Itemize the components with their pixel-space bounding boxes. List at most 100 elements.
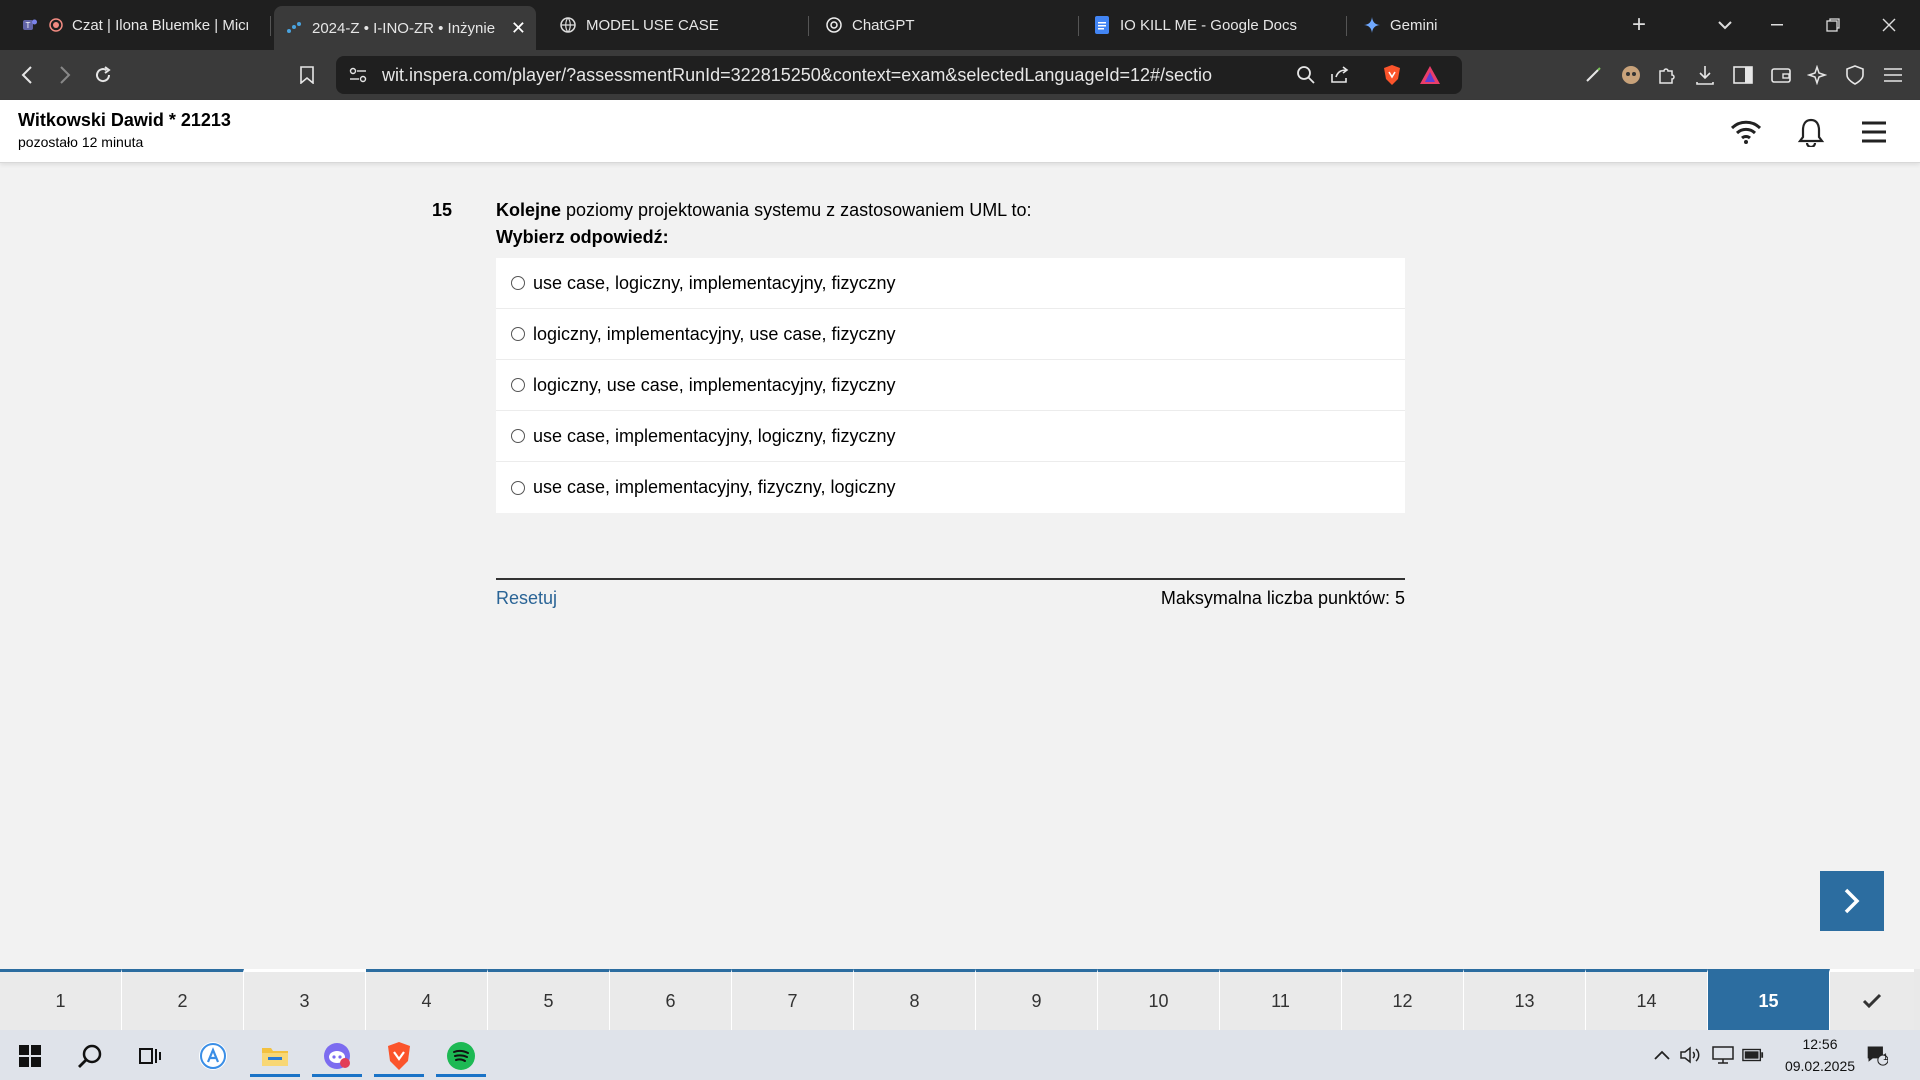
browser-tab-inspera[interactable]: 2024-Z • I-INO-ZR • Inżynie ✕ bbox=[274, 6, 536, 50]
close-window-icon[interactable] bbox=[1866, 0, 1912, 50]
nav-question-2[interactable]: 2 bbox=[122, 969, 244, 1030]
answer-option[interactable]: use case, logiczny, implementacyjny, fiz… bbox=[496, 258, 1405, 309]
nav-question-13[interactable]: 13 bbox=[1464, 969, 1586, 1030]
question-footer-divider bbox=[496, 578, 1405, 580]
minimize-icon[interactable] bbox=[1754, 0, 1800, 50]
nav-question-4[interactable]: 4 bbox=[366, 969, 488, 1030]
next-question-button[interactable] bbox=[1820, 871, 1884, 931]
browser-tab-gemini[interactable]: Gemini bbox=[1352, 6, 1602, 44]
site-settings-icon[interactable] bbox=[346, 64, 370, 86]
radio-button[interactable] bbox=[511, 276, 525, 290]
bell-icon[interactable] bbox=[1793, 114, 1829, 150]
question-navigation: 1 2 3 4 5 6 7 8 9 10 11 12 13 14 15 bbox=[0, 969, 1920, 1030]
search-icon[interactable] bbox=[65, 1035, 115, 1077]
nav-question-15[interactable]: 15 bbox=[1708, 969, 1830, 1030]
nav-question-6[interactable]: 6 bbox=[610, 969, 732, 1030]
brave-browser-icon[interactable] bbox=[374, 1035, 424, 1077]
back-icon[interactable] bbox=[12, 60, 42, 90]
browser-tab-model-use-case[interactable]: MODEL USE CASE bbox=[548, 6, 798, 44]
discord-icon[interactable] bbox=[312, 1035, 362, 1077]
file-explorer-icon[interactable] bbox=[250, 1035, 300, 1077]
answer-option[interactable]: logiczny, implementacyjny, use case, fiz… bbox=[496, 309, 1405, 360]
sidebar-icon[interactable] bbox=[1728, 60, 1758, 90]
browser-tab-teams[interactable]: T Czat | Ilona Bluemke | Micro bbox=[10, 6, 260, 44]
max-points: Maksymalna liczba punktów: 5 bbox=[1160, 588, 1405, 608]
active-app-indicator bbox=[250, 1074, 300, 1077]
browser-toolbar: wit.inspera.com/player/?assessmentRunId=… bbox=[0, 50, 1920, 100]
answer-option[interactable]: use case, implementacyjny, fizyczny, log… bbox=[496, 462, 1405, 513]
new-tab-icon[interactable]: + bbox=[1616, 0, 1662, 50]
answer-option-label: logiczny, implementacyjny, use case, fiz… bbox=[533, 323, 896, 344]
reload-icon[interactable] bbox=[88, 60, 118, 90]
task-view-icon[interactable] bbox=[125, 1035, 175, 1077]
time-remaining: pozostało 12 minuta bbox=[18, 134, 144, 150]
hamburger-menu-icon[interactable] bbox=[1856, 114, 1892, 150]
tab-title: ChatGPT bbox=[852, 16, 915, 34]
clock-time[interactable]: 12:56 bbox=[1790, 1036, 1850, 1052]
nav-question-10[interactable]: 10 bbox=[1098, 969, 1220, 1030]
tab-search-chevron-icon[interactable] bbox=[1702, 0, 1748, 50]
menu-icon[interactable] bbox=[1878, 60, 1908, 90]
brave-shields-icon[interactable] bbox=[1380, 64, 1404, 86]
bookmark-icon[interactable] bbox=[292, 60, 322, 90]
nav-question-1[interactable]: 1 bbox=[0, 969, 122, 1030]
tab-title: IO KILL ME - Google Docs bbox=[1120, 16, 1298, 34]
browser-tab-chatgpt[interactable]: ChatGPT bbox=[814, 6, 1064, 44]
tab-title: Gemini bbox=[1390, 16, 1438, 34]
restore-icon[interactable] bbox=[1810, 0, 1856, 50]
url-text: wit.inspera.com/player/?assessmentRunId=… bbox=[382, 65, 1212, 85]
active-app-indicator bbox=[312, 1074, 362, 1077]
extensions-puzzle-icon[interactable] bbox=[1652, 60, 1682, 90]
browser-tab-strip: T Czat | Ilona Bluemke | Micro 2024-Z • … bbox=[0, 0, 1920, 50]
question-instruction: Wybierz odpowiedź: bbox=[496, 227, 669, 247]
volume-icon[interactable] bbox=[1680, 1044, 1702, 1066]
nav-question-14[interactable]: 14 bbox=[1586, 969, 1708, 1030]
address-bar[interactable]: wit.inspera.com/player/?assessmentRunId=… bbox=[336, 56, 1462, 94]
zoom-icon[interactable] bbox=[1294, 64, 1318, 86]
question-text-rest: poziomy projektowania systemu z zastosow… bbox=[561, 200, 1032, 220]
browser-tab-google-docs[interactable]: IO KILL ME - Google Docs bbox=[1082, 6, 1332, 44]
download-icon[interactable] bbox=[1690, 60, 1720, 90]
submit-check-button[interactable] bbox=[1830, 969, 1914, 1030]
tab-title: Czat | Ilona Bluemke | Micro bbox=[72, 16, 248, 34]
extension-avatar-icon[interactable] bbox=[1616, 60, 1646, 90]
nav-question-3[interactable]: 3 bbox=[244, 969, 366, 1030]
nav-question-11[interactable]: 11 bbox=[1220, 969, 1342, 1030]
nav-question-7[interactable]: 7 bbox=[732, 969, 854, 1030]
chatgpt-icon bbox=[826, 17, 842, 33]
share-icon[interactable] bbox=[1328, 64, 1352, 86]
spotify-icon[interactable] bbox=[436, 1035, 486, 1077]
radio-button[interactable] bbox=[511, 378, 525, 392]
app-store-icon[interactable] bbox=[188, 1035, 238, 1077]
windows-start-icon[interactable] bbox=[5, 1035, 55, 1077]
leo-ai-icon[interactable] bbox=[1802, 60, 1832, 90]
tray-chevron-up-icon[interactable] bbox=[1651, 1044, 1673, 1066]
tab-title: MODEL USE CASE bbox=[586, 16, 719, 34]
nav-question-8[interactable]: 8 bbox=[854, 969, 976, 1030]
vpn-shield-icon[interactable] bbox=[1840, 60, 1870, 90]
answer-option-label: use case, logiczny, implementacyjny, fiz… bbox=[533, 272, 896, 293]
answer-option-label: use case, implementacyjny, fizyczny, log… bbox=[533, 477, 896, 497]
answer-option[interactable]: logiczny, use case, implementacyjny, fiz… bbox=[496, 360, 1405, 411]
close-icon[interactable]: ✕ bbox=[511, 18, 526, 39]
nav-question-9[interactable]: 9 bbox=[976, 969, 1098, 1030]
forward-icon[interactable] bbox=[50, 60, 80, 90]
brave-rewards-icon[interactable] bbox=[1418, 64, 1442, 86]
recording-icon bbox=[48, 17, 64, 33]
candidate-name: Witkowski Dawid * 21213 bbox=[18, 110, 231, 130]
pen-icon[interactable] bbox=[1578, 60, 1608, 90]
answer-option[interactable]: use case, implementacyjny, logiczny, fiz… bbox=[496, 411, 1405, 462]
radio-button[interactable] bbox=[511, 480, 525, 495]
radio-button[interactable] bbox=[511, 327, 525, 341]
nav-question-12[interactable]: 12 bbox=[1342, 969, 1464, 1030]
wallet-icon[interactable] bbox=[1766, 60, 1796, 90]
network-icon[interactable] bbox=[1712, 1044, 1734, 1066]
radio-button[interactable] bbox=[511, 429, 525, 443]
nav-question-5[interactable]: 5 bbox=[488, 969, 610, 1030]
reset-link[interactable]: Resetuj bbox=[496, 588, 557, 609]
battery-icon[interactable] bbox=[1742, 1044, 1764, 1066]
chevron-right-icon bbox=[1844, 888, 1860, 914]
checkmark-icon bbox=[1862, 993, 1882, 1009]
clock-date[interactable]: 09.02.2025 bbox=[1770, 1058, 1870, 1074]
wifi-icon[interactable] bbox=[1728, 114, 1764, 150]
